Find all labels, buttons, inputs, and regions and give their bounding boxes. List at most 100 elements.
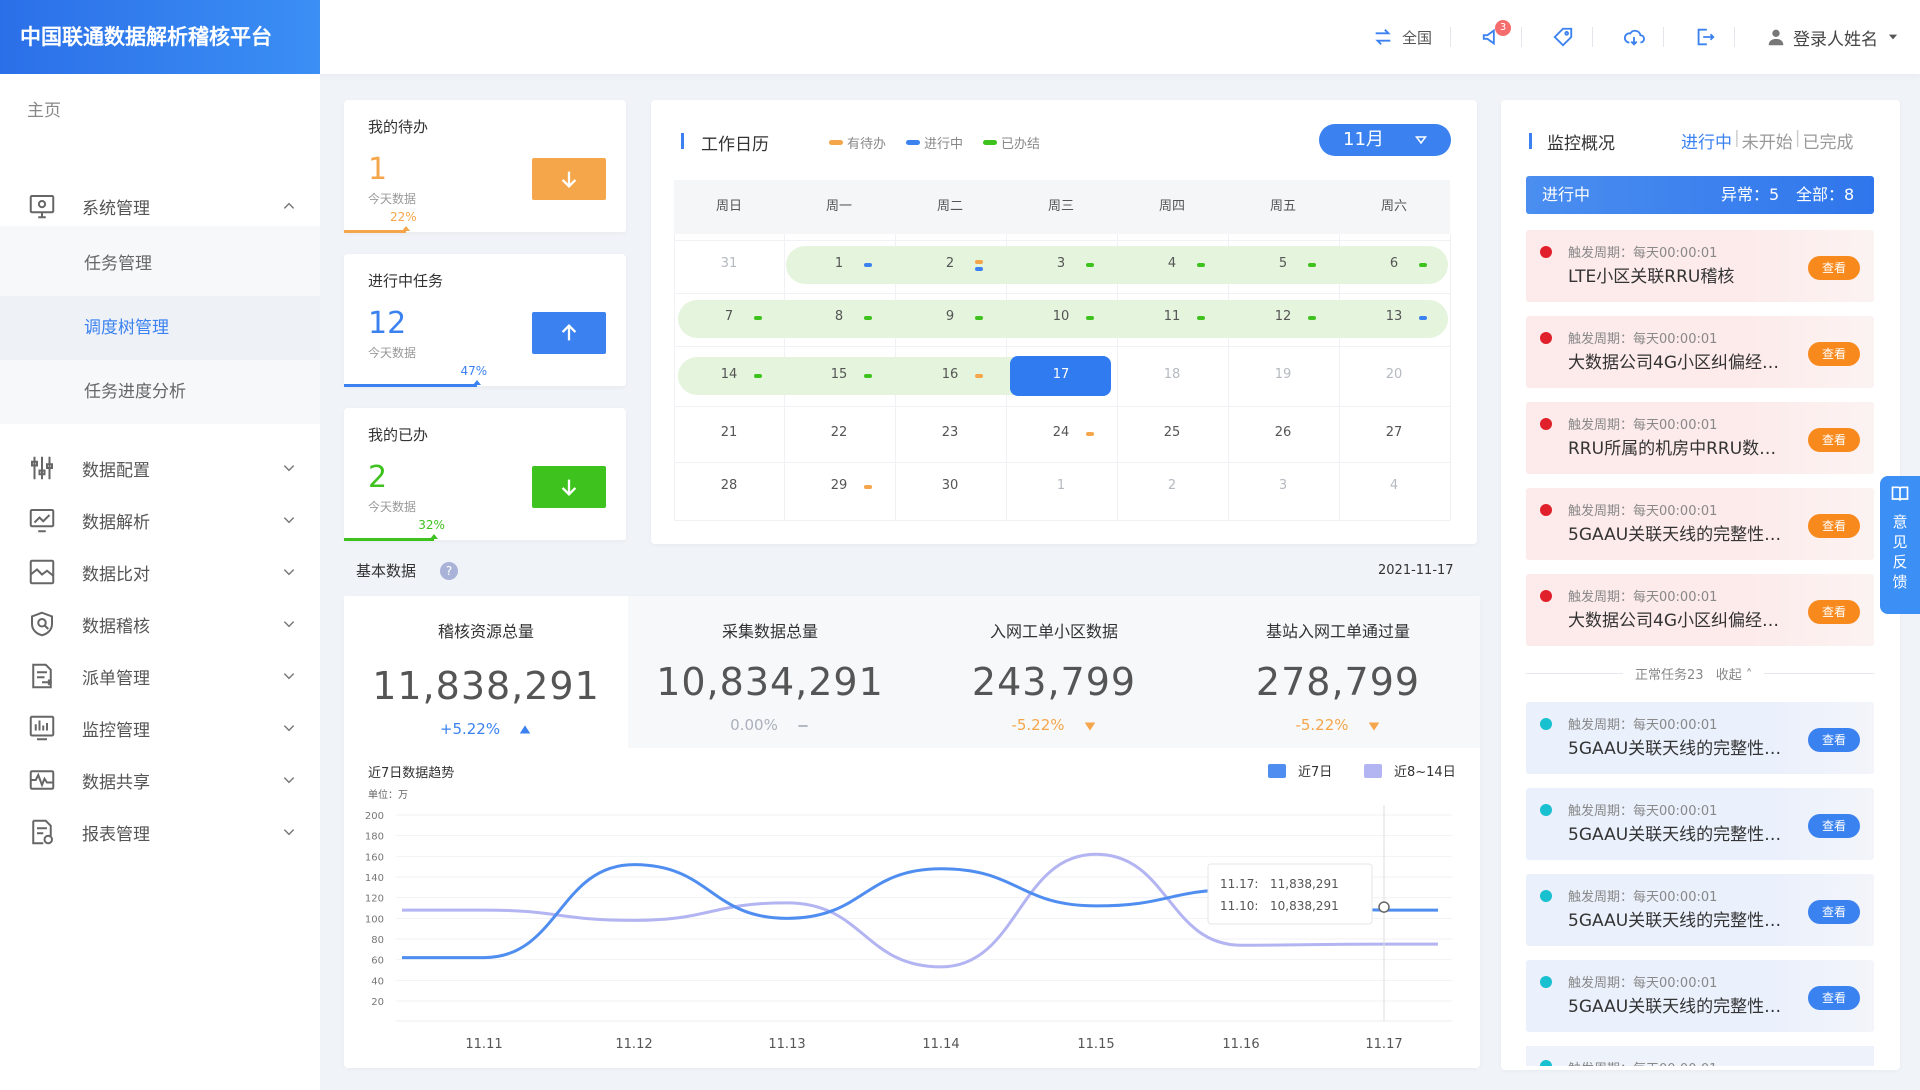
sidebar-home[interactable]: 主页 [27, 96, 61, 121]
monitor-alert-item[interactable]: 触发周期：每天00:00:01 大数据公司4G小区纠偏经… 查看 [1526, 316, 1874, 388]
tab-completed[interactable]: 已完成 [1802, 128, 1853, 153]
calendar-day[interactable]: 21 [674, 425, 784, 440]
logout-button[interactable] [1694, 26, 1716, 48]
todo-card-pending[interactable]: 我的待办 1 今天数据 22% [344, 100, 626, 233]
calendar-day[interactable]: 9 [895, 309, 1005, 324]
trigger-period: 触发周期：每天00:00:01 [1568, 718, 1718, 733]
calendar-day[interactable]: 6 [1339, 256, 1449, 271]
arrow-up-icon [561, 324, 577, 341]
calendar-day[interactable]: 3 [1006, 256, 1116, 271]
stat-change: +5.22% [344, 720, 628, 738]
view-button[interactable]: 查看 [1808, 514, 1860, 538]
view-button[interactable]: 查看 [1808, 814, 1860, 838]
legend-swatch [1268, 764, 1286, 778]
monitor-alert-item[interactable]: 触发周期：每天00:00:01 LTE小区关联RRU稽核 查看 [1526, 230, 1874, 302]
shield-search-icon [31, 611, 53, 637]
monitor-alert-item[interactable]: 触发周期：每天00:00:01 大数据公司4G小区纠偏经… 查看 [1526, 574, 1874, 646]
calendar-day[interactable]: 26 [1228, 425, 1338, 440]
arrow-down-icon [561, 171, 577, 188]
todo-arrow-button[interactable] [532, 466, 606, 508]
weekday-label: 周五 [1269, 199, 1296, 214]
trigger-period: 触发周期：每天00:00:01 [1568, 590, 1718, 605]
todo-card-in-progress[interactable]: 进行中任务 12 今天数据 47% [344, 254, 626, 387]
tab-in-progress[interactable]: 进行中 [1681, 128, 1732, 153]
notification-button[interactable]: 3 [1481, 20, 1511, 48]
calendar-day[interactable]: 24 [1006, 425, 1116, 440]
tooltip-text: 11.17: [1220, 877, 1258, 891]
monitor-normal-item[interactable]: 触发周期：每天00:00:01 5GAAU关联天线的完整性… 查看 [1526, 788, 1874, 860]
calendar-day[interactable]: 13 [1339, 309, 1449, 324]
todo-subtitle: 今天数据 [368, 500, 417, 514]
calendar-day[interactable]: 12 [1228, 309, 1338, 324]
calendar-day[interactable]: 18 [1117, 367, 1227, 382]
user-menu[interactable]: 登录人姓名 [1765, 25, 1900, 50]
monitor-normal-item[interactable]: 触发周期：每天00:00:01 5GAAU关联天线的完整性… 查看 [1526, 960, 1874, 1032]
calendar-day[interactable]: 10 [1006, 309, 1116, 324]
calendar-day[interactable]: 4 [1117, 256, 1227, 271]
sidebar-subitem-1[interactable]: 任务管理 [0, 232, 320, 296]
view-button[interactable]: 查看 [1808, 728, 1860, 752]
calendar-day[interactable]: 19 [1228, 367, 1338, 382]
calendar-day[interactable]: 22 [784, 425, 894, 440]
sidebar-item-10[interactable]: 报表管理 [0, 800, 320, 864]
sidebar-subitem-3[interactable]: 任务进度分析 [0, 360, 320, 424]
calendar-day[interactable]: 23 [895, 425, 1005, 440]
calendar-day[interactable]: 2 [1117, 478, 1227, 493]
task-name: 大数据公司4G小区纠偏经… [1568, 611, 1779, 631]
calendar-day[interactable]: 8 [784, 309, 894, 324]
calendar-day[interactable]: 15 [784, 367, 894, 382]
calendar-status-dot [1419, 263, 1427, 267]
y-tick-label: 60 [371, 956, 384, 967]
todo-card-done[interactable]: 我的已办 2 今天数据 32% [344, 408, 626, 541]
calendar-day[interactable]: 16 [895, 367, 1005, 382]
task-name: 5GAAU关联天线的完整性… [1568, 997, 1782, 1017]
view-button[interactable]: 查看 [1808, 900, 1860, 924]
monitor-alert-item[interactable]: 触发周期：每天00:00:01 5GAAU关联天线的完整性… 查看 [1526, 488, 1874, 560]
sidebar-subitem-2[interactable]: 调度树管理 [0, 296, 320, 360]
x-tick-label: 11.15 [1077, 1037, 1114, 1052]
todo-arrow-button[interactable] [532, 312, 606, 354]
view-button[interactable]: 查看 [1808, 986, 1860, 1010]
calendar-day[interactable]: 27 [1339, 425, 1449, 440]
calendar-day[interactable]: 1 [784, 256, 894, 271]
calendar-day[interactable]: 4 [1339, 478, 1449, 493]
tab-not-started[interactable]: 未开始 [1742, 128, 1793, 153]
calendar-day[interactable]: 7 [674, 309, 784, 324]
calendar-day[interactable]: 25 [1117, 425, 1227, 440]
monitor-alert-item[interactable]: 触发周期：每天00:00:01 RRU所属的机房中RRU数… 查看 [1526, 402, 1874, 474]
monitor-normal-item[interactable]: 触发周期：每天00:00:01 5GAAU关联天线的完整性… 查看 [1526, 874, 1874, 946]
calendar-day[interactable]: 28 [674, 478, 784, 493]
calendar-day[interactable]: 20 [1339, 367, 1449, 382]
todo-title: 进行中任务 [368, 272, 444, 290]
sidebar-item-label: 监控管理 [82, 720, 150, 741]
stat-value: 11,838,291 [372, 664, 600, 708]
monitor-gear-icon [29, 195, 55, 219]
view-button[interactable]: 查看 [1808, 342, 1860, 366]
calendar-day[interactable]: 29 [784, 478, 894, 493]
monitor-normal-item[interactable]: 触发周期：每天00:00:01 5GAAU关联天线的完整性… 查看 [1526, 702, 1874, 774]
calendar-day[interactable]: 5 [1228, 256, 1338, 271]
calendar-day[interactable]: 31 [674, 256, 784, 271]
view-button[interactable]: 查看 [1808, 600, 1860, 624]
stat-change-value: +5.22% [439, 720, 501, 738]
help-icon[interactable]: ? [440, 562, 458, 580]
cloud-download-button[interactable] [1623, 26, 1645, 48]
calendar-day[interactable]: 17 [1006, 367, 1116, 382]
sidebar: 主页 系统管理调度管理数据配置数据解析数据比对数据稽核派单管理监控管理数据共享报… [0, 74, 320, 1090]
calendar-day[interactable]: 30 [895, 478, 1005, 493]
feedback-button[interactable]: 意见反馈 [1880, 476, 1920, 614]
calendar-day[interactable]: 11 [1117, 309, 1227, 324]
task-name: LTE小区关联RRU稽核 [1568, 267, 1735, 287]
normal-tasks-toggle[interactable]: 正常任务23 收起 ˄ [1623, 664, 1765, 683]
calendar-day[interactable]: 14 [674, 367, 784, 382]
normal-tasks-count: 正常任务23 [1635, 668, 1704, 683]
calendar-day[interactable]: 2 [895, 256, 1005, 271]
view-button[interactable]: 查看 [1808, 428, 1860, 452]
tag-button[interactable] [1552, 26, 1574, 48]
calendar-day[interactable]: 1 [1006, 478, 1116, 493]
month-select[interactable]: 11月 [1319, 124, 1451, 156]
view-button[interactable]: 查看 [1808, 256, 1860, 280]
todo-arrow-button[interactable] [532, 158, 606, 200]
calendar-day[interactable]: 3 [1228, 478, 1338, 493]
region-switch[interactable]: 全国 [1372, 26, 1432, 48]
